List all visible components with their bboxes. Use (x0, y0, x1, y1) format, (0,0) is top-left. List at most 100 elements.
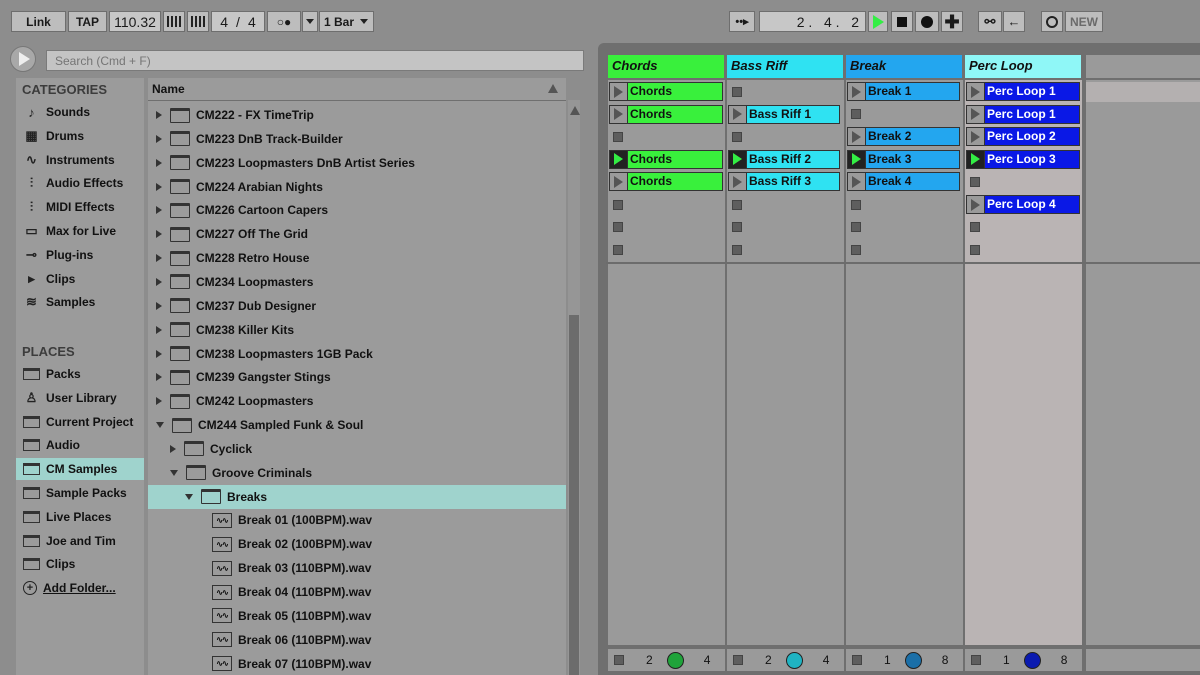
expand-arrow-icon[interactable] (156, 230, 162, 239)
metronome-button[interactable]: ○● (267, 11, 301, 32)
volume-knob[interactable] (1023, 651, 1041, 669)
follow-button[interactable]: ••▸ (729, 11, 755, 32)
folder-row[interactable]: CM242 Loopmasters (148, 389, 566, 413)
expand-arrow-icon[interactable] (156, 206, 162, 215)
clip-stop-icon[interactable] (613, 222, 623, 233)
folder-row[interactable]: CM234 Loopmasters (148, 270, 566, 294)
clip[interactable]: Bass Riff 2 (728, 149, 840, 169)
link-button[interactable]: Link (11, 11, 66, 32)
clip-stop-icon[interactable] (732, 86, 742, 97)
folder-row[interactable]: CM224 Arabian Nights (148, 175, 566, 199)
clip[interactable]: Bass Riff 3 (728, 172, 840, 192)
clip-slot[interactable]: Bass Riff 3 (727, 171, 842, 192)
clip-slot[interactable] (846, 104, 961, 125)
clip-slot[interactable] (965, 239, 1080, 260)
clip-stop-icon[interactable] (732, 199, 742, 210)
expand-arrow-icon[interactable] (156, 182, 162, 191)
clip-launch-icon[interactable] (967, 83, 985, 100)
expand-arrow-icon[interactable] (156, 397, 162, 406)
clip-slot[interactable] (727, 239, 842, 260)
clip-stop-icon[interactable] (970, 244, 980, 255)
clip-slot[interactable] (608, 126, 723, 147)
scrollbar-thumb[interactable] (569, 315, 579, 675)
scroll-up-icon[interactable] (570, 106, 580, 115)
loop-button[interactable] (1041, 11, 1063, 32)
clip-stop-icon[interactable] (732, 222, 742, 233)
clip-slot[interactable]: Chords (608, 149, 723, 170)
play-button[interactable] (868, 11, 888, 32)
track-stop-icon[interactable] (733, 655, 743, 665)
tap-button[interactable]: TAP (68, 11, 107, 32)
nudge-down-button[interactable] (163, 11, 185, 32)
track-stop-icon[interactable] (971, 655, 981, 665)
clip-launch-icon[interactable] (967, 196, 985, 213)
clip[interactable]: Perc Loop 3 (966, 149, 1080, 169)
clip-slot[interactable] (846, 239, 961, 260)
file-row[interactable]: ∿∿ Break 06 (110BPM).wav (148, 628, 566, 652)
clip-slot[interactable]: Bass Riff 2 (727, 149, 842, 170)
folder-row[interactable]: CM226 Cartoon Capers (148, 198, 566, 222)
sidebar-place-item[interactable]: Joe and Tim (16, 530, 144, 552)
sidebar-category-item[interactable]: ⫶ Audio Effects (16, 172, 144, 194)
folder-row[interactable]: CM227 Off The Grid (148, 222, 566, 246)
file-row[interactable]: ∿∿ Break 05 (110BPM).wav (148, 604, 566, 628)
file-row[interactable]: ∿∿ Break 03 (110BPM).wav (148, 556, 566, 580)
expand-arrow-icon[interactable] (156, 373, 162, 382)
folder-row[interactable]: Breaks (148, 484, 566, 509)
clip-slot[interactable]: Chords (608, 81, 723, 102)
folder-row[interactable]: CM239 Gangster Stings (148, 365, 566, 389)
sidebar-place-item[interactable]: Current Project (16, 411, 144, 433)
clip-stop-icon[interactable] (851, 222, 861, 233)
volume-knob[interactable] (785, 651, 803, 669)
clip[interactable]: Chords (609, 149, 723, 169)
clip-stop-icon[interactable] (970, 176, 980, 187)
clip-launch-icon[interactable] (610, 173, 628, 191)
new-button[interactable]: NEW (1065, 11, 1103, 32)
expand-arrow-icon[interactable] (156, 301, 162, 310)
track-stop-icon[interactable] (852, 655, 862, 665)
folder-row[interactable]: CM238 Loopmasters 1GB Pack (148, 342, 566, 366)
folder-row[interactable]: CM237 Dub Designer (148, 294, 566, 318)
clip-slot[interactable] (608, 194, 723, 215)
session-record-button[interactable]: ✚ (941, 11, 963, 32)
sidebar-place-item[interactable]: ♙ User Library (16, 387, 144, 409)
clip-launch-icon[interactable] (610, 83, 628, 100)
stop-button[interactable] (891, 11, 913, 32)
automation-arm-button[interactable]: ⚯ (978, 11, 1002, 32)
track-stop-icon[interactable] (614, 655, 624, 665)
clip-slot[interactable] (846, 194, 961, 215)
clip[interactable]: Chords (609, 172, 723, 192)
folder-row[interactable]: Groove Criminals (148, 461, 566, 485)
clip-slot[interactable]: Bass Riff 1 (727, 104, 842, 125)
clip-slot[interactable]: Perc Loop 1 (965, 81, 1080, 102)
folder-row[interactable]: Cyclick (148, 437, 566, 461)
expand-arrow-icon[interactable] (156, 277, 162, 286)
clip-slot[interactable] (846, 217, 961, 238)
clip[interactable]: Bass Riff 1 (728, 104, 840, 124)
clip-slot[interactable]: Break 1 (846, 81, 961, 102)
sidebar-category-item[interactable]: ▸ Clips (16, 268, 144, 290)
file-row[interactable]: ∿∿ Break 07 (110BPM).wav (148, 652, 566, 675)
sidebar-place-item[interactable]: Packs (16, 363, 144, 385)
expand-arrow-icon[interactable] (156, 254, 162, 263)
metronome-menu-button[interactable] (302, 11, 318, 32)
sidebar-place-item[interactable]: Audio (16, 434, 144, 456)
clip-stop-icon[interactable] (613, 199, 623, 210)
clip-slot[interactable] (727, 217, 842, 238)
clip-launch-icon[interactable] (967, 105, 985, 123)
clip-slot[interactable] (608, 239, 723, 260)
folder-row[interactable]: CM238 Killer Kits (148, 318, 566, 342)
clip-launch-icon[interactable] (610, 150, 628, 168)
volume-knob[interactable] (904, 651, 922, 669)
clip-stop-icon[interactable] (851, 199, 861, 210)
expand-arrow-icon[interactable] (156, 134, 162, 143)
clip[interactable]: Break 1 (847, 82, 960, 101)
file-row[interactable]: ∿∿ Break 02 (100BPM).wav (148, 532, 566, 556)
collapse-arrow-icon[interactable] (185, 493, 193, 500)
clip-launch-icon[interactable] (967, 128, 985, 146)
collapse-arrow-icon[interactable] (170, 469, 178, 476)
clip-slot[interactable]: Break 2 (846, 126, 961, 147)
clip[interactable]: Perc Loop 1 (966, 82, 1080, 101)
clip-slot[interactable] (965, 171, 1080, 192)
file-row[interactable]: ∿∿ Break 01 (100BPM).wav (148, 508, 566, 532)
